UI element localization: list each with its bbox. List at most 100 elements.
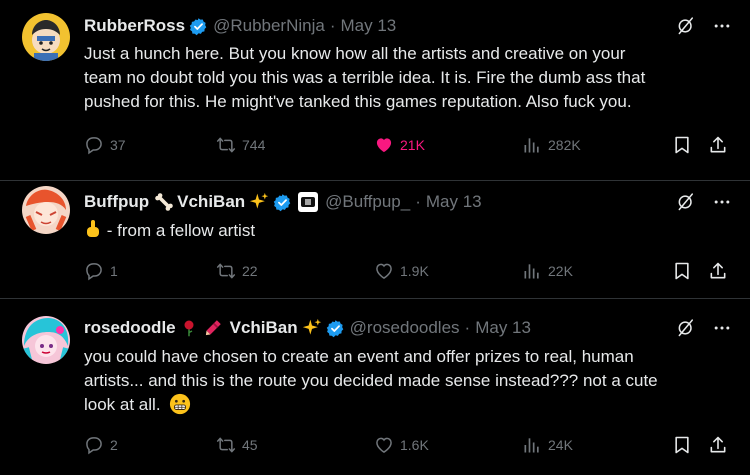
timestamp[interactable]: May 13: [475, 318, 531, 338]
tweet-text-line: artists... and this is the route you dec…: [84, 371, 658, 390]
retweet-button[interactable]: 45: [216, 435, 258, 455]
middle-finger-emoji-icon: [87, 220, 99, 237]
display-name-suffix[interactable]: VchiBan: [177, 192, 245, 212]
bookmark-button[interactable]: [672, 135, 698, 155]
retweet-button[interactable]: 22: [216, 261, 258, 281]
grimace-emoji-icon: [170, 393, 191, 415]
reply-count: 2: [110, 437, 118, 453]
share-button[interactable]: [708, 261, 734, 281]
tweet[interactable]: rosedoodle VchiBan @rosedoodles · May 13…: [0, 299, 750, 475]
share-icon: [710, 136, 726, 153]
grok-icon[interactable]: [676, 318, 696, 338]
tweet-text-line: team no doubt told you this was a terrib…: [84, 68, 646, 87]
avatar[interactable]: [22, 13, 70, 61]
grok-icon[interactable]: [676, 16, 696, 36]
like-button[interactable]: 1.9K: [374, 261, 429, 281]
handle[interactable]: @RubberNinja: [213, 16, 325, 36]
views-icon: [524, 138, 539, 153]
heart-icon: [376, 138, 392, 153]
action-bar: 2 45 1.6K 24K: [84, 435, 732, 457]
tweet-text: Just a hunch here. But you know how all …: [84, 42, 724, 114]
share-button[interactable]: [708, 135, 734, 155]
like-count: 21K: [400, 137, 425, 153]
avatar[interactable]: [22, 186, 70, 234]
reply-count: 1: [110, 263, 118, 279]
share-button[interactable]: [708, 435, 734, 455]
grok-icon[interactable]: [676, 192, 696, 212]
display-name[interactable]: RubberRoss: [84, 16, 185, 36]
display-name[interactable]: Buffpup: [84, 192, 149, 212]
retweet-icon: [216, 137, 236, 153]
bookmark-button[interactable]: [672, 261, 698, 281]
action-bar: 37 744 21K 282K: [84, 135, 732, 157]
retweet-icon: [216, 263, 236, 279]
retweet-button[interactable]: 744: [216, 135, 265, 155]
retweet-count: 45: [242, 437, 258, 453]
heart-icon: [376, 437, 392, 453]
view-count: 22K: [548, 263, 573, 279]
like-count: 1.9K: [400, 263, 429, 279]
like-count: 1.6K: [400, 437, 429, 453]
handle[interactable]: @Buffpup_: [325, 192, 410, 212]
display-name[interactable]: rosedoodle: [84, 318, 176, 338]
views-button[interactable]: 24K: [522, 435, 573, 455]
view-count: 282K: [548, 137, 581, 153]
reply-button[interactable]: 37: [84, 135, 126, 155]
bookmark-icon: [675, 136, 689, 154]
bone-emoji-icon: [155, 193, 173, 211]
action-bar: 1 22 1.9K 22K: [84, 261, 732, 283]
bookmark-icon: [675, 262, 689, 280]
views-button[interactable]: 282K: [522, 135, 581, 155]
handle[interactable]: @rosedoodles: [350, 318, 460, 338]
like-button[interactable]: 1.6K: [374, 435, 429, 455]
heart-icon: [376, 263, 392, 279]
separator-dot: ·: [329, 16, 336, 35]
views-button[interactable]: 22K: [522, 261, 573, 281]
timestamp[interactable]: May 13: [426, 192, 482, 212]
retweet-count: 744: [242, 137, 266, 153]
view-count: 24K: [548, 437, 573, 453]
affiliate-badge-icon[interactable]: [298, 192, 319, 212]
rose-emoji-icon: [184, 320, 194, 337]
tweet-header: Buffpup VchiBan @Buffpup_ · May 13: [84, 191, 738, 213]
reply-icon: [86, 437, 102, 454]
tweet-header: RubberRoss @RubberNinja · May 13: [84, 15, 738, 37]
verified-badge-icon: [325, 318, 344, 338]
separator-dot: ·: [415, 192, 421, 211]
more-icon[interactable]: [712, 192, 732, 212]
views-icon: [524, 264, 539, 279]
tweet-text-line: pushed for this. He might've tanked this…: [84, 92, 632, 111]
tweet-text: - from a fellow artist: [84, 219, 724, 243]
display-name-suffix[interactable]: VchiBan: [230, 318, 298, 338]
like-button[interactable]: 21K: [374, 135, 425, 155]
sparkles-emoji-icon: [250, 192, 269, 209]
more-icon[interactable]: [712, 16, 732, 36]
more-icon[interactable]: [712, 318, 732, 338]
sparkles-emoji-icon: [302, 318, 321, 335]
reply-icon: [86, 137, 102, 154]
tweet-text-line: look at all.: [84, 395, 161, 414]
tweet[interactable]: RubberRoss @RubberNinja · May 13 Just a …: [0, 0, 750, 181]
avatar[interactable]: [22, 316, 70, 364]
reply-button[interactable]: 2: [84, 435, 118, 455]
bookmark-icon: [675, 436, 689, 454]
timestamp[interactable]: May 13: [341, 16, 397, 36]
tweet-text-line: you could have chosen to create an event…: [84, 347, 634, 366]
views-icon: [524, 438, 539, 453]
reply-count: 37: [110, 137, 126, 153]
share-icon: [710, 436, 726, 453]
tweet-header: rosedoodle VchiBan @rosedoodles · May 13: [84, 317, 738, 339]
tweet[interactable]: Buffpup VchiBan @Buffpup_ · May 13 - fro…: [0, 181, 750, 299]
crayon-emoji-icon: [205, 320, 221, 336]
verified-badge-icon: [189, 16, 208, 36]
tweet-text-line: Just a hunch here. But you know how all …: [84, 44, 626, 63]
retweet-count: 22: [242, 263, 258, 279]
tweet-text-line: - from a fellow artist: [106, 221, 256, 240]
reply-icon: [86, 263, 102, 280]
separator-dot: ·: [464, 318, 471, 337]
bookmark-button[interactable]: [672, 435, 698, 455]
tweet-text: you could have chosen to create an event…: [84, 345, 724, 417]
reply-button[interactable]: 1: [84, 261, 118, 281]
verified-badge-icon: [273, 192, 292, 212]
retweet-icon: [216, 437, 236, 453]
